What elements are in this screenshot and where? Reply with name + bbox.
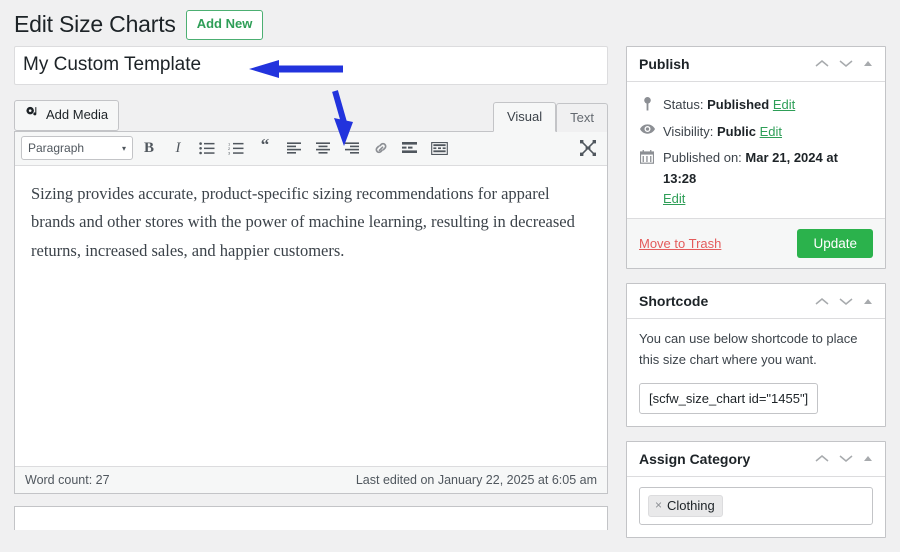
published-label: Published on: xyxy=(663,150,742,166)
editor-mode-tabs: Visual Text xyxy=(492,101,608,132)
editor-toolbar: Paragraph ▾ B I 1 2 3 “ xyxy=(15,131,607,166)
visibility-label: Visibility: xyxy=(663,123,714,139)
shortcode-description: You can use below shortcode to place thi… xyxy=(639,331,858,367)
add-media-button[interactable]: Add Media xyxy=(14,100,120,131)
move-down-icon[interactable] xyxy=(839,454,853,463)
format-select-value: Paragraph xyxy=(28,141,85,156)
publish-metabox-body: Status: Published Edit Visibility: Publi… xyxy=(627,82,885,218)
add-new-button[interactable]: Add New xyxy=(185,10,264,40)
add-media-label: Add Media xyxy=(46,107,109,122)
status-value: Published xyxy=(707,96,770,112)
publish-panel-actions xyxy=(815,59,873,68)
visibility-row: Visibility: Public Edit xyxy=(639,119,873,146)
align-right-icon[interactable] xyxy=(339,136,365,160)
shortcode-metabox: Shortcode You can use below shortcode to… xyxy=(626,283,886,427)
publish-metabox: Publish Status: Published Edit Visibilit… xyxy=(626,45,886,270)
read-more-icon[interactable] xyxy=(397,136,423,160)
editor-top-bar: Add Media Visual Text xyxy=(14,99,608,132)
page-title: Edit Size Charts xyxy=(14,11,176,37)
visibility-text: Visibility: Public Edit xyxy=(663,122,782,143)
toggle-panel-icon[interactable] xyxy=(863,298,873,305)
admin-layout: Add Media Visual Text Paragraph ▾ B I xyxy=(0,45,900,552)
published-on-text: Published on: Mar 21, 2024 at 13:28 xyxy=(663,148,873,190)
editor-paragraph: Sizing provides accurate, product-specif… xyxy=(31,183,575,260)
shortcode-value[interactable]: [scfw_size_chart id="1455"] xyxy=(639,382,819,414)
align-left-icon[interactable] xyxy=(281,136,307,160)
published-edit-wrapper: Edit xyxy=(663,191,873,206)
status-text: Status: Published Edit xyxy=(663,95,795,116)
tab-visual[interactable]: Visual xyxy=(492,101,557,132)
insert-link-icon[interactable] xyxy=(368,136,394,160)
pin-icon xyxy=(639,95,655,111)
status-row: Status: Published Edit xyxy=(639,92,873,119)
numbered-list-icon[interactable]: 1 2 3 xyxy=(223,136,249,160)
shortcode-panel-actions xyxy=(815,297,873,306)
move-down-icon[interactable] xyxy=(839,297,853,306)
update-button[interactable]: Update xyxy=(797,229,873,259)
bold-icon[interactable]: B xyxy=(136,136,162,160)
next-metabox-partial xyxy=(14,505,608,530)
svg-text:3: 3 xyxy=(228,150,231,154)
page-header: Edit Size Charts Add New xyxy=(0,0,900,46)
move-up-icon[interactable] xyxy=(815,297,829,306)
visibility-value: Public xyxy=(716,123,756,139)
blockquote-icon[interactable]: “ xyxy=(252,136,278,160)
main-column: Add Media Visual Text Paragraph ▾ B I xyxy=(14,45,608,530)
category-chip-label: Clothing xyxy=(667,497,715,513)
category-panel-actions xyxy=(815,454,873,463)
toolbar-toggle-icon[interactable] xyxy=(426,136,452,160)
chevron-down-icon: ▾ xyxy=(121,143,126,153)
toggle-panel-icon[interactable] xyxy=(863,455,873,462)
move-up-icon[interactable] xyxy=(815,59,829,68)
category-metabox-header: Assign Category xyxy=(627,442,885,477)
shortcode-metabox-header: Shortcode xyxy=(627,284,885,320)
sidebar-column: Publish Status: Published Edit Visibilit… xyxy=(626,45,886,552)
media-icon xyxy=(25,106,40,125)
editor-content-area[interactable]: Sizing provides accurate, product-specif… xyxy=(15,165,607,466)
eye-icon xyxy=(639,122,655,134)
fullscreen-icon[interactable] xyxy=(575,136,601,160)
published-on-row: Published on: Mar 21, 2024 at 13:28 xyxy=(639,145,873,193)
calendar-icon xyxy=(639,148,655,165)
category-chip-clothing[interactable]: × Clothing xyxy=(648,494,723,517)
last-edited: Last edited on January 22, 2025 at 6:05 … xyxy=(355,472,597,487)
status-label: Status: xyxy=(663,96,704,112)
move-up-icon[interactable] xyxy=(815,454,829,463)
bulleted-list-icon[interactable] xyxy=(194,136,220,160)
published-edit-link[interactable]: Edit xyxy=(663,191,685,206)
category-select-field[interactable]: × Clothing xyxy=(639,486,873,525)
word-count: Word count: 27 xyxy=(25,472,110,487)
move-to-trash-link[interactable]: Move to Trash xyxy=(639,236,721,251)
visibility-edit-link[interactable]: Edit xyxy=(760,124,782,139)
toggle-panel-icon[interactable] xyxy=(863,60,873,67)
tab-text[interactable]: Text xyxy=(556,102,608,132)
editor-box: Paragraph ▾ B I 1 2 3 “ Sizing provides … xyxy=(14,130,608,494)
remove-chip-icon[interactable]: × xyxy=(655,498,662,512)
status-edit-link[interactable]: Edit xyxy=(773,97,795,112)
format-select[interactable]: Paragraph ▾ xyxy=(21,136,133,161)
editor-status-bar: Word count: 27 Last edited on January 22… xyxy=(15,465,607,493)
post-title-input[interactable] xyxy=(14,45,608,85)
publish-actions: Move to Trash Update xyxy=(627,218,885,269)
align-center-icon[interactable] xyxy=(310,136,336,160)
italic-icon[interactable]: I xyxy=(165,136,191,160)
assign-category-metabox: Assign Category × Clothing xyxy=(626,440,886,538)
move-down-icon[interactable] xyxy=(839,59,853,68)
shortcode-heading: Shortcode xyxy=(639,293,709,310)
category-heading: Assign Category xyxy=(639,450,751,467)
publish-heading: Publish xyxy=(639,55,690,72)
shortcode-metabox-body: You can use below shortcode to place thi… xyxy=(627,319,885,426)
publish-metabox-header: Publish xyxy=(627,47,885,82)
